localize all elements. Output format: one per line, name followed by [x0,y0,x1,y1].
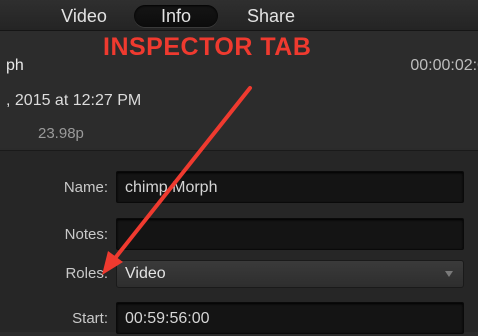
annotation-arrow-icon [102,86,252,275]
